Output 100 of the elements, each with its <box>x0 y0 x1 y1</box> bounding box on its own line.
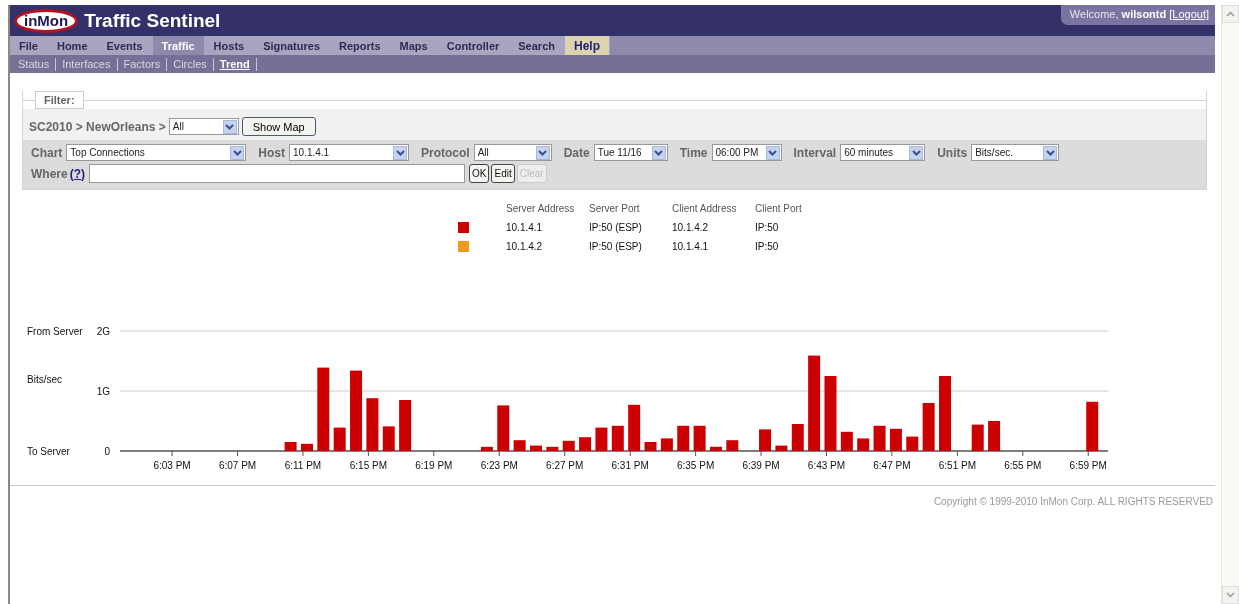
column-header: Server Port <box>589 203 641 214</box>
select-dropdown[interactable]: 60 minutes <box>840 144 926 161</box>
bar <box>677 425 690 451</box>
y-tick-label: 1G <box>96 386 110 397</box>
x-tick-label: 6:19 PM <box>415 460 453 471</box>
menu-tab[interactable]: Signatures <box>254 36 331 55</box>
app-title: Traffic Sentinel <box>84 9 221 32</box>
x-tick-label: 6:51 PM <box>938 460 976 471</box>
bar <box>284 442 297 451</box>
chevron-down-icon <box>535 145 550 160</box>
chevron-down-icon <box>909 145 924 160</box>
select-dropdown[interactable]: 10.1.4.1 <box>289 144 409 161</box>
welcome-text: Welcome, wilsontd [Logout] <box>1060 5 1216 25</box>
x-tick-label: 6:23 PM <box>480 460 518 471</box>
action-button[interactable]: Edit <box>491 164 515 183</box>
bar <box>889 428 902 451</box>
y-axis-title: Bits/sec <box>27 374 62 385</box>
table-cell-text: IP:50 (ESP) <box>589 241 643 252</box>
x-tick-label: 6:11 PM <box>284 460 322 471</box>
column-header: Server Address <box>506 203 576 214</box>
bar <box>775 445 788 451</box>
x-tick-label: 6:27 PM <box>546 460 584 471</box>
bar <box>595 427 608 451</box>
bar <box>480 446 493 451</box>
x-tick-label: 6:47 PM <box>873 460 911 471</box>
logo: inMon <box>14 8 79 33</box>
select-dropdown[interactable]: 06:00 PM <box>711 144 782 161</box>
bar <box>399 400 412 451</box>
filter-legend: Filter: <box>35 91 84 109</box>
chevron-down-icon <box>230 145 245 160</box>
action-button[interactable]: OK <box>469 164 490 183</box>
bar <box>791 424 804 451</box>
submenu-link[interactable]: Circles <box>167 57 214 71</box>
bar <box>906 436 919 451</box>
field-label: Protocol <box>421 145 470 160</box>
scroll-up-icon[interactable] <box>1222 5 1239 23</box>
menu-tab[interactable]: File <box>10 36 48 55</box>
chevron-down-icon <box>1043 145 1058 160</box>
where-label: Where <box>31 166 68 181</box>
bar <box>497 405 510 451</box>
bar <box>709 446 722 451</box>
bar <box>300 443 313 451</box>
scroll-down-icon[interactable] <box>1222 586 1239 604</box>
field-label: Interval <box>793 145 837 160</box>
menu-tab[interactable]: Search <box>509 36 565 55</box>
y-tick-label: 0 <box>104 446 110 457</box>
chevron-down-icon <box>222 119 237 134</box>
menu-tab[interactable]: Help <box>565 36 610 55</box>
table-cell-text: IP:50 <box>755 241 780 252</box>
bar <box>513 440 526 451</box>
bar <box>333 427 346 451</box>
chevron-down-icon <box>765 145 780 160</box>
submenu-link[interactable]: Trend <box>213 57 257 71</box>
site-dropdown[interactable]: All <box>168 118 239 135</box>
table-cell-text: 10.1.4.1 <box>506 222 544 233</box>
x-tick-label: 6:43 PM <box>807 460 846 471</box>
bar <box>922 403 935 451</box>
axis-label: To Server <box>27 446 70 457</box>
table-cell-text: 10.1.4.1 <box>672 241 710 252</box>
field-label: Date <box>563 145 590 160</box>
field-label: Host <box>258 145 285 160</box>
menu-tab[interactable]: Hosts <box>204 36 255 55</box>
bar <box>530 445 542 451</box>
bar <box>1086 401 1099 451</box>
x-tick-label: 6:15 PM <box>349 460 387 471</box>
bar <box>873 425 886 451</box>
chevron-down-icon <box>651 145 666 160</box>
menu-tab[interactable]: Controller <box>437 36 510 55</box>
select-dropdown[interactable]: Top Connections <box>66 144 247 161</box>
scrollbar[interactable] <box>1221 5 1239 604</box>
chevron-down-icon <box>393 145 407 160</box>
where-input[interactable] <box>89 164 465 183</box>
select-dropdown[interactable]: Tue 11/16 <box>593 144 668 161</box>
x-tick-label: 6:59 PM <box>1069 460 1107 471</box>
field-label: Units <box>937 145 968 160</box>
bar <box>546 446 559 451</box>
axis-label: From Server <box>27 326 83 337</box>
bar <box>857 438 870 451</box>
submenu-link[interactable]: Factors <box>117 57 168 71</box>
menu-tab[interactable]: Events <box>97 36 153 55</box>
table-cell-text: 10.1.4.2 <box>506 241 544 252</box>
bar <box>726 440 739 451</box>
submenu-link[interactable]: Status <box>12 57 57 71</box>
submenu-link[interactable]: Interfaces <box>56 57 118 71</box>
breadcrumb-text: SC2010 > NewOrleans > <box>29 119 166 134</box>
bar <box>759 429 772 451</box>
bar <box>693 425 706 451</box>
select-dropdown[interactable]: Bits/sec. <box>971 144 1060 161</box>
bar <box>988 421 1001 451</box>
show-map-button[interactable]: Show Map <box>241 117 316 136</box>
x-tick-label: 6:55 PM <box>1004 460 1042 471</box>
bar <box>382 426 395 451</box>
bar <box>611 425 624 451</box>
select-dropdown[interactable]: All <box>473 144 552 161</box>
menu-tab[interactable]: Maps <box>390 36 438 55</box>
bar <box>366 398 379 451</box>
help-link[interactable]: (?) <box>69 166 85 181</box>
logout-link[interactable]: [Logout] <box>1169 8 1210 20</box>
menu-tab[interactable]: Home <box>47 36 98 55</box>
menu-tab[interactable]: Reports <box>330 36 391 55</box>
